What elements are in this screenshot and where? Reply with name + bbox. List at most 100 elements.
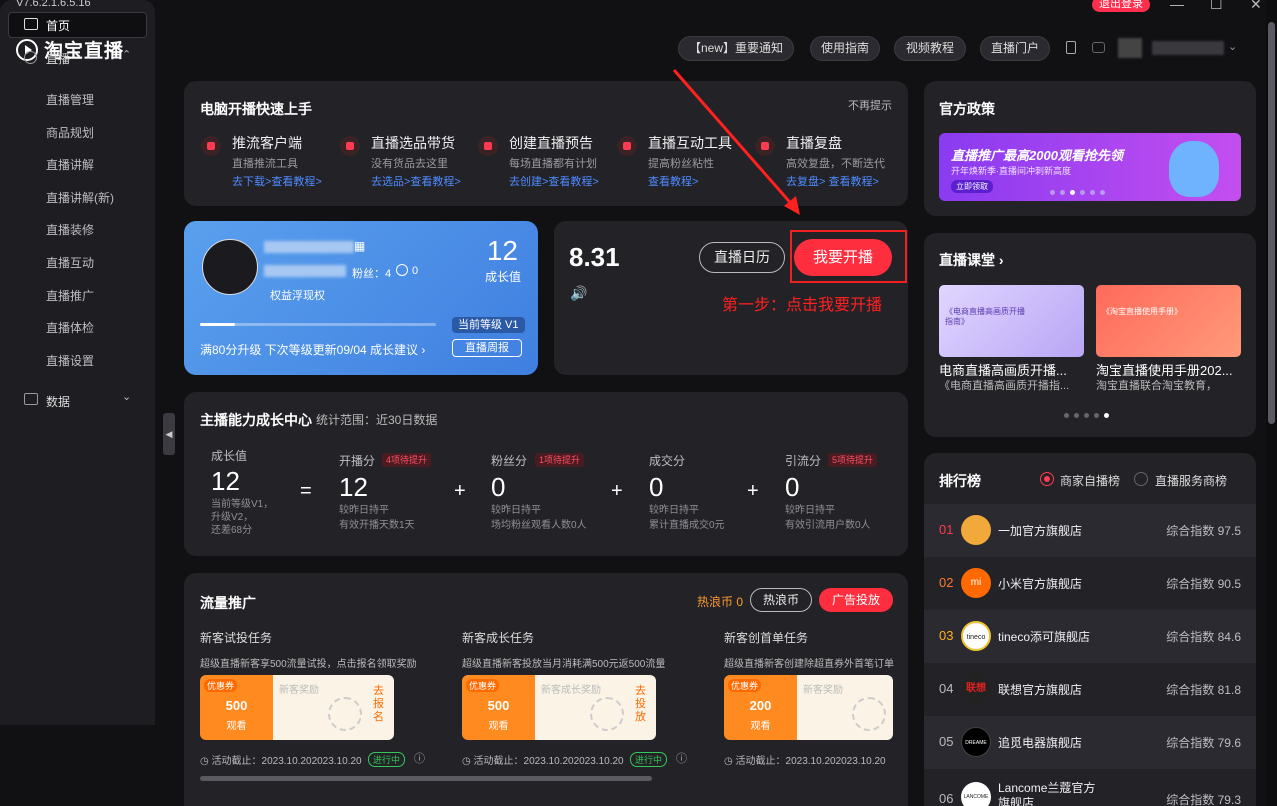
live-date: 8.31 [569, 242, 620, 272]
store-logo: DREAME [961, 727, 991, 757]
quickstart-item-link[interactable]: 去选品>查看教程> [371, 173, 461, 189]
growth-progress-fill [200, 323, 236, 326]
rank-row[interactable]: 05 DREAME 追觅电器旗舰店 综合指数 79.6 [924, 716, 1256, 769]
sidebar-item-data[interactable]: 数据 [46, 393, 70, 410]
qrcode-icon[interactable]: ▦ [354, 239, 365, 253]
app-version: V7.6.2.1.6.5.16 [16, 0, 91, 9]
vertical-scrollbar-thumb[interactable] [1268, 22, 1275, 424]
radio-selected[interactable] [1040, 472, 1054, 486]
quickstart-item-desc: 没有货品去这里 [371, 158, 448, 170]
sidebar-item-live-promote[interactable]: 直播推广 [46, 287, 94, 304]
annotation-arrow [672, 69, 800, 215]
metric-value: 0 [491, 472, 506, 502]
sidebar-item-live[interactable]: 直播 [46, 50, 70, 67]
coupon-reward-panel: 新客成长奖励 去投放 [535, 675, 656, 740]
rank-row[interactable]: 02 mi 小米官方旗舰店 综合指数 90.5 [924, 557, 1256, 610]
volume-icon[interactable]: 🔊 [570, 285, 587, 302]
minimize-icon[interactable]: — [1170, 0, 1184, 12]
maximize-icon[interactable]: ☐ [1210, 0, 1223, 13]
sidebar-item-live-interact[interactable]: 直播互动 [46, 254, 94, 271]
rank-number: 05 [939, 734, 954, 749]
avatar[interactable] [202, 239, 258, 295]
traffic-title: 流量推广 [200, 595, 256, 611]
mascot-image [1169, 141, 1219, 197]
task-card[interactable]: 新客试投任务 超级直播新客享500流量试投，点击报名领取奖励 优惠券 500 观… [200, 629, 450, 767]
rank-row[interactable]: 01 一加官方旗舰店 综合指数 97.5 [924, 504, 1256, 557]
dismiss-link[interactable]: 不再提示 [848, 97, 892, 113]
logout-button[interactable]: 退出登录 [1092, 0, 1150, 12]
sidebar-item-live-decor[interactable]: 直播装修 [46, 221, 94, 238]
sidebar-item-product-plan[interactable]: 商品规划 [46, 124, 94, 141]
tab-merchant-rank[interactable]: 商家自播榜 [1060, 472, 1120, 489]
coupon-tag: 优惠券 [466, 679, 500, 692]
rank-number: 03 [939, 628, 954, 643]
quickstart-item-link[interactable]: 去下载>查看教程> [232, 173, 322, 189]
course-title-link[interactable]: 直播课堂 › [939, 250, 1004, 270]
coin-button[interactable]: 热浪币 [750, 588, 812, 612]
course-thumb-text: 《电商直播高画质开播指南》 [945, 307, 1025, 326]
rank-row[interactable]: 06 LANCOME Lancome兰蔻官方旗舰店 综合指数 79.3 [924, 769, 1256, 806]
radio-dot [1043, 475, 1050, 482]
coupon-unit: 观看 [226, 721, 247, 732]
video-tutorial-button[interactable]: 视频教程 [894, 36, 966, 61]
course-thumb[interactable]: 《淘宝直播使用手册》 [1096, 285, 1241, 357]
document-icon[interactable] [1066, 41, 1076, 54]
sidebar-item-live-check[interactable]: 直播体检 [46, 319, 94, 336]
quickstart-item-link[interactable]: 去创建>查看教程> [509, 173, 599, 189]
sidebar-item-live-settings[interactable]: 直播设置 [46, 352, 94, 369]
close-icon[interactable]: ✕ [1250, 0, 1262, 13]
carousel-dots[interactable] [1064, 413, 1109, 418]
upgrade-info-link[interactable]: 满80分升级 下次等级更新09/04 成长建议 › [200, 341, 425, 358]
chevron-down-icon[interactable]: ⌄ [1228, 40, 1237, 53]
username-blurred[interactable] [1152, 41, 1224, 55]
sidebar-item-live-explain[interactable]: 直播讲解 [46, 156, 94, 173]
task-deadline: ◷ 活动截止：2023.10.202023.10.20 [462, 756, 624, 767]
plus-sign: + [454, 480, 466, 502]
banner-button[interactable]: 立即领取 [951, 180, 993, 193]
policy-card: 官方政策 直播推广最高2000观看抢先领 开年焕新季·直播间冲刺新高度 立即领取 [924, 81, 1256, 216]
task-title: 新客创首单任务 [724, 631, 809, 645]
badge-count: 0 [412, 265, 419, 277]
help-icon[interactable]: ⓘ [414, 750, 425, 766]
coupon-amount: 200 [749, 698, 772, 713]
sidebar-item-live-manage[interactable]: 直播管理 [46, 91, 94, 108]
store-score: 综合指数 84.6 [1166, 630, 1241, 644]
course-thumb-text: 《淘宝直播使用手册》 [1102, 307, 1182, 316]
metric-tag[interactable]: 5项待提升 [828, 453, 878, 467]
metric-tag[interactable]: 1项待提升 [535, 453, 585, 467]
rank-row[interactable]: 04 联想 联想官方旗舰店 综合指数 81.8 [924, 663, 1256, 716]
ad-button[interactable]: 广告投放 [819, 588, 893, 612]
coupon-reward-panel: 新客奖励 去报名 [273, 675, 394, 740]
weekly-report-button[interactable]: 直播周报 [452, 339, 522, 357]
message-icon[interactable] [1092, 42, 1105, 53]
task-card[interactable]: 新客创首单任务 超级直播新客创建除超直券外首笔订单 优惠券 200 观看 新客奖… [724, 629, 908, 767]
live-calendar-button[interactable]: 直播日历 [699, 242, 785, 273]
store-logo [961, 515, 991, 545]
horizontal-scrollbar[interactable] [200, 776, 652, 781]
metric-sub: 累计直播成交0元 [649, 520, 725, 531]
task-card[interactable]: 新客成长任务 超级直播新客投放当月消耗满500元返500流量 优惠券 500 观… [462, 629, 712, 767]
coupon-action[interactable]: 去投放 [635, 685, 647, 724]
coupon-action[interactable]: 去报名 [373, 685, 385, 724]
stamp-icon [590, 697, 624, 731]
sidebar-item-live-explain-new[interactable]: 直播讲解(新) [46, 189, 114, 206]
help-icon[interactable]: ⓘ [676, 750, 687, 766]
sidebar-collapse-handle[interactable]: ◀ [163, 413, 175, 455]
chevron-down-icon[interactable]: ⌄ [122, 390, 131, 403]
metric-value: 0 [785, 472, 800, 502]
chevron-up-icon[interactable]: ⌃ [122, 48, 131, 61]
user-guide-button[interactable]: 使用指南 [810, 36, 880, 61]
start-live-button[interactable]: 我要开播 [794, 239, 892, 276]
metric-tag[interactable]: 4项待提升 [382, 453, 432, 467]
rank-row[interactable]: 03 tineco tineco添可旗舰店 综合指数 84.6 [924, 610, 1256, 663]
radio-unselected[interactable] [1134, 472, 1148, 486]
coupon-reward: 新客奖励 [279, 685, 319, 696]
quickstart-item-title: 创建直播预告 [509, 135, 593, 151]
user-avatar-blurred[interactable] [1118, 38, 1142, 58]
store-logo: tineco [961, 621, 991, 651]
course-thumb[interactable]: 《电商直播高画质开播指南》 [939, 285, 1084, 357]
tab-service-rank[interactable]: 直播服务商榜 [1155, 472, 1227, 489]
carousel-dots[interactable] [1050, 190, 1105, 195]
live-portal-button[interactable]: 直播门户 [980, 36, 1050, 61]
important-notice-button[interactable]: 【new】重要通知 [678, 36, 794, 61]
